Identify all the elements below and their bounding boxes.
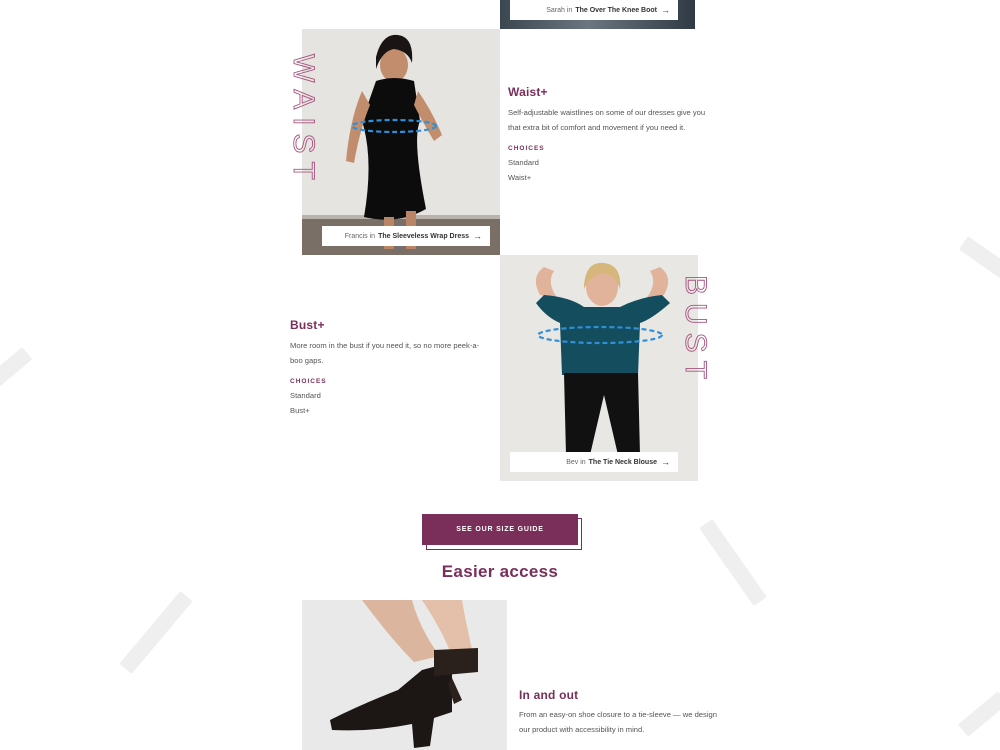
size-guide-button[interactable]: SEE OUR SIZE GUIDE [422, 514, 578, 545]
in-and-out-description: From an easy-on shoe closure to a tie-sl… [519, 710, 717, 734]
decor-stripe [957, 691, 1000, 737]
arrow-right-icon: → [473, 231, 482, 241]
shoe-photo-illustration [330, 600, 478, 748]
bust-photo-illustration [535, 262, 670, 455]
boot-caption-link[interactable]: Sarah in The Over The Knee Boot → [510, 0, 678, 20]
caption-product: The Tie Neck Blouse [588, 458, 657, 466]
caption-person: Francis in [344, 232, 376, 240]
waist-option: Waist+ [508, 173, 532, 182]
arrow-right-icon: → [661, 457, 670, 467]
bust-description: More room in the bust if you need it, so… [290, 341, 480, 365]
bust-info: Bust+ More room in the bust if you need … [290, 318, 490, 418]
bust-title: Bust+ [290, 318, 325, 332]
in-and-out-info: In and out From an easy-on shoe closure … [519, 688, 719, 737]
decor-stripe [119, 590, 193, 675]
caption-person: Sarah in [546, 6, 573, 14]
waist-title: Waist+ [508, 85, 548, 99]
boot-image: Sarah in The Over The Knee Boot → [500, 0, 695, 29]
bust-model-image: Bev in The Tie Neck Blouse → [500, 255, 698, 481]
waist-description: Self-adjustable waistlines on some of ou… [508, 108, 706, 132]
waist-vertical-label: WAIST [287, 54, 321, 189]
easier-access-heading: Easier access [441, 562, 559, 581]
arrow-right-icon: → [661, 5, 670, 15]
caption-product: The Over The Knee Boot [575, 6, 657, 14]
waist-caption-link[interactable]: Francis in The Sleeveless Wrap Dress → [322, 226, 490, 246]
waist-option: Standard [508, 158, 539, 167]
in-and-out-title: In and out [519, 688, 579, 702]
waist-photo-illustration [302, 34, 500, 255]
shoe-image [302, 600, 507, 750]
decor-stripe [0, 346, 33, 389]
decor-stripe [958, 236, 1000, 284]
waist-choices-label: CHOICES [508, 145, 545, 152]
bust-vertical-text: BUST [679, 275, 712, 387]
caption-person: Bev in [566, 458, 586, 466]
waist-vertical-text: WAIST [287, 54, 320, 188]
bust-caption-link[interactable]: Bev in The Tie Neck Blouse → [510, 452, 678, 472]
waist-model-image: Francis in The Sleeveless Wrap Dress → [302, 29, 500, 255]
bust-option: Standard [290, 391, 321, 400]
caption-product: The Sleeveless Wrap Dress [378, 232, 469, 240]
bust-choices-label: CHOICES [290, 378, 327, 385]
bust-vertical-label: BUST [679, 275, 713, 388]
decor-stripe [699, 519, 767, 606]
waist-info: Waist+ Self-adjustable waistlines on som… [508, 85, 708, 185]
bust-option: Bust+ [290, 406, 310, 415]
